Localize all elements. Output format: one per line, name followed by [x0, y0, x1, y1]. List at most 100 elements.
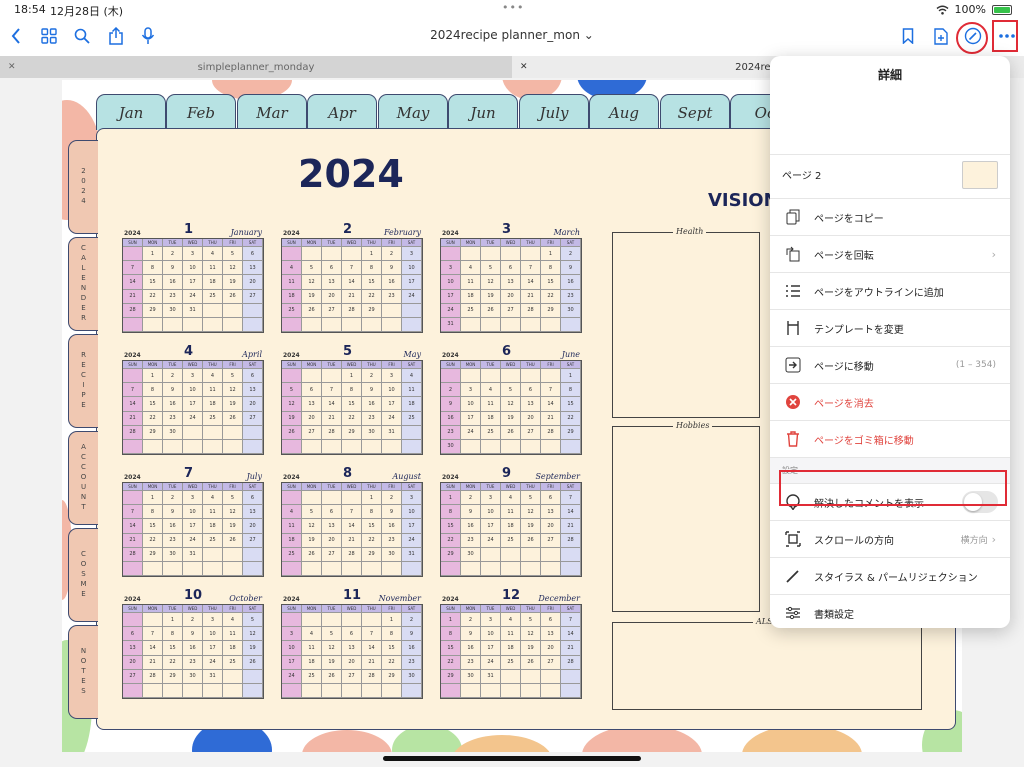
- day-cell[interactable]: [123, 317, 143, 332]
- day-cell[interactable]: [501, 561, 521, 576]
- day-cell[interactable]: 30: [561, 303, 581, 318]
- side-tab-account[interactable]: ACCOUNT: [68, 431, 98, 525]
- day-cell[interactable]: 17: [203, 641, 223, 656]
- day-cell[interactable]: 25: [501, 655, 521, 670]
- day-cell[interactable]: [282, 491, 302, 506]
- day-cell[interactable]: 1: [362, 247, 382, 262]
- day-cell[interactable]: 26: [302, 547, 322, 562]
- day-cell[interactable]: [481, 317, 501, 332]
- day-cell[interactable]: 17: [183, 397, 203, 412]
- day-cell[interactable]: 18: [203, 275, 223, 290]
- day-cell[interactable]: 11: [203, 505, 223, 520]
- day-cell[interactable]: [481, 561, 501, 576]
- day-cell[interactable]: [461, 683, 481, 698]
- day-cell[interactable]: 26: [243, 655, 263, 670]
- day-cell[interactable]: 3: [481, 613, 501, 628]
- day-cell[interactable]: 13: [541, 627, 561, 642]
- day-cell[interactable]: [282, 683, 302, 698]
- day-cell[interactable]: 23: [441, 425, 461, 440]
- day-cell[interactable]: 11: [223, 627, 243, 642]
- day-cell[interactable]: 19: [223, 519, 243, 534]
- day-cell[interactable]: 3: [441, 261, 461, 276]
- day-cell[interactable]: 14: [123, 275, 143, 290]
- day-cell[interactable]: 27: [501, 303, 521, 318]
- day-cell[interactable]: [541, 369, 561, 384]
- day-cell[interactable]: 27: [302, 425, 322, 440]
- day-cell[interactable]: 21: [541, 411, 561, 426]
- day-cell[interactable]: 8: [541, 261, 561, 276]
- day-cell[interactable]: 4: [302, 627, 322, 642]
- day-cell[interactable]: 15: [441, 519, 461, 534]
- day-cell[interactable]: [143, 613, 163, 628]
- day-cell[interactable]: 14: [123, 397, 143, 412]
- day-cell[interactable]: [362, 561, 382, 576]
- day-cell[interactable]: 14: [521, 275, 541, 290]
- day-cell[interactable]: 3: [203, 613, 223, 628]
- day-cell[interactable]: [441, 561, 461, 576]
- day-cell[interactable]: 24: [481, 655, 501, 670]
- day-cell[interactable]: 9: [163, 505, 183, 520]
- day-cell[interactable]: 5: [322, 627, 342, 642]
- day-cell[interactable]: 14: [342, 275, 362, 290]
- day-cell[interactable]: 31: [402, 547, 422, 562]
- day-cell[interactable]: 9: [461, 627, 481, 642]
- day-cell[interactable]: 21: [322, 411, 342, 426]
- day-cell[interactable]: [501, 669, 521, 684]
- day-cell[interactable]: 28: [342, 303, 362, 318]
- day-cell[interactable]: 10: [183, 261, 203, 276]
- day-cell[interactable]: 7: [123, 383, 143, 398]
- day-cell[interactable]: 26: [481, 303, 501, 318]
- day-cell[interactable]: 19: [521, 519, 541, 534]
- day-cell[interactable]: [561, 561, 581, 576]
- day-cell[interactable]: 29: [362, 303, 382, 318]
- day-cell[interactable]: [402, 683, 422, 698]
- day-cell[interactable]: 10: [441, 275, 461, 290]
- day-cell[interactable]: 25: [223, 655, 243, 670]
- day-cell[interactable]: 12: [282, 397, 302, 412]
- day-cell[interactable]: 27: [541, 533, 561, 548]
- vision-box-hobbies[interactable]: Hobbies: [612, 421, 760, 612]
- day-cell[interactable]: 20: [541, 641, 561, 656]
- day-cell[interactable]: 21: [123, 533, 143, 548]
- day-cell[interactable]: 17: [402, 519, 422, 534]
- day-cell[interactable]: 22: [561, 411, 581, 426]
- day-cell[interactable]: 29: [163, 669, 183, 684]
- day-cell[interactable]: 7: [143, 627, 163, 642]
- day-cell[interactable]: 5: [243, 613, 263, 628]
- day-cell[interactable]: 8: [441, 627, 461, 642]
- day-cell[interactable]: 14: [541, 397, 561, 412]
- day-cell[interactable]: 6: [322, 261, 342, 276]
- day-cell[interactable]: 22: [441, 655, 461, 670]
- day-cell[interactable]: 21: [342, 289, 362, 304]
- add-to-outline-item[interactable]: ページをアウトラインに追加: [770, 272, 1010, 309]
- day-cell[interactable]: 17: [481, 519, 501, 534]
- day-cell[interactable]: [342, 683, 362, 698]
- day-cell[interactable]: 20: [342, 655, 362, 670]
- close-tab-icon[interactable]: ✕: [8, 62, 16, 72]
- day-cell[interactable]: 28: [123, 547, 143, 562]
- day-cell[interactable]: 5: [501, 383, 521, 398]
- day-cell[interactable]: [461, 561, 481, 576]
- day-cell[interactable]: 10: [402, 505, 422, 520]
- day-cell[interactable]: 11: [461, 275, 481, 290]
- day-cell[interactable]: [521, 561, 541, 576]
- day-cell[interactable]: 10: [461, 397, 481, 412]
- day-cell[interactable]: 9: [183, 627, 203, 642]
- day-cell[interactable]: 22: [441, 533, 461, 548]
- day-cell[interactable]: 22: [541, 289, 561, 304]
- day-cell[interactable]: 30: [163, 303, 183, 318]
- day-cell[interactable]: 24: [203, 655, 223, 670]
- day-cell[interactable]: 16: [461, 519, 481, 534]
- day-cell[interactable]: [342, 561, 362, 576]
- day-cell[interactable]: 28: [123, 303, 143, 318]
- day-cell[interactable]: 27: [123, 669, 143, 684]
- day-cell[interactable]: 27: [342, 669, 362, 684]
- day-cell[interactable]: [461, 317, 481, 332]
- day-cell[interactable]: [302, 369, 322, 384]
- day-cell[interactable]: 5: [481, 261, 501, 276]
- day-cell[interactable]: 1: [441, 491, 461, 506]
- day-cell[interactable]: [243, 561, 263, 576]
- day-cell[interactable]: 24: [481, 533, 501, 548]
- day-cell[interactable]: 24: [461, 425, 481, 440]
- day-cell[interactable]: 3: [183, 491, 203, 506]
